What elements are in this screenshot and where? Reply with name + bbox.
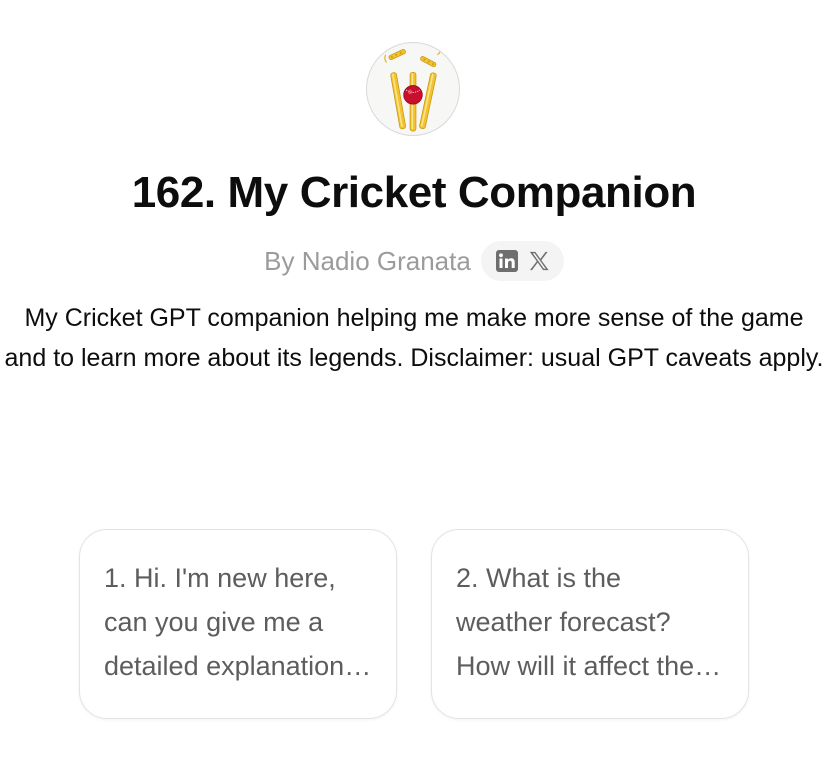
description-text: My Cricket GPT companion helping me make…: [4, 304, 824, 372]
conversation-starter-1[interactable]: 1. Hi. I'm new here, can you give me a d…: [79, 529, 397, 719]
gpt-description: My Cricket GPT companion helping me make…: [0, 298, 828, 378]
starter-text: 2. What is the weather forecast? How wil…: [456, 563, 695, 681]
author-byline: By Nadio Granata: [0, 240, 828, 282]
social-links: [480, 241, 564, 281]
x-icon[interactable]: [528, 250, 550, 272]
conversation-starter-2[interactable]: 2. What is the weather forecast? How wil…: [431, 529, 749, 719]
gpt-title: 162. My Cricket Companion: [131, 168, 697, 217]
starter-text: 1. Hi. I'm new here, can you give me a d…: [104, 563, 345, 681]
cricket-wicket-icon: [384, 47, 442, 132]
linkedin-icon[interactable]: [495, 249, 519, 273]
gpt-avatar: [366, 42, 460, 136]
author-name: By Nadio Granata: [264, 246, 471, 276]
